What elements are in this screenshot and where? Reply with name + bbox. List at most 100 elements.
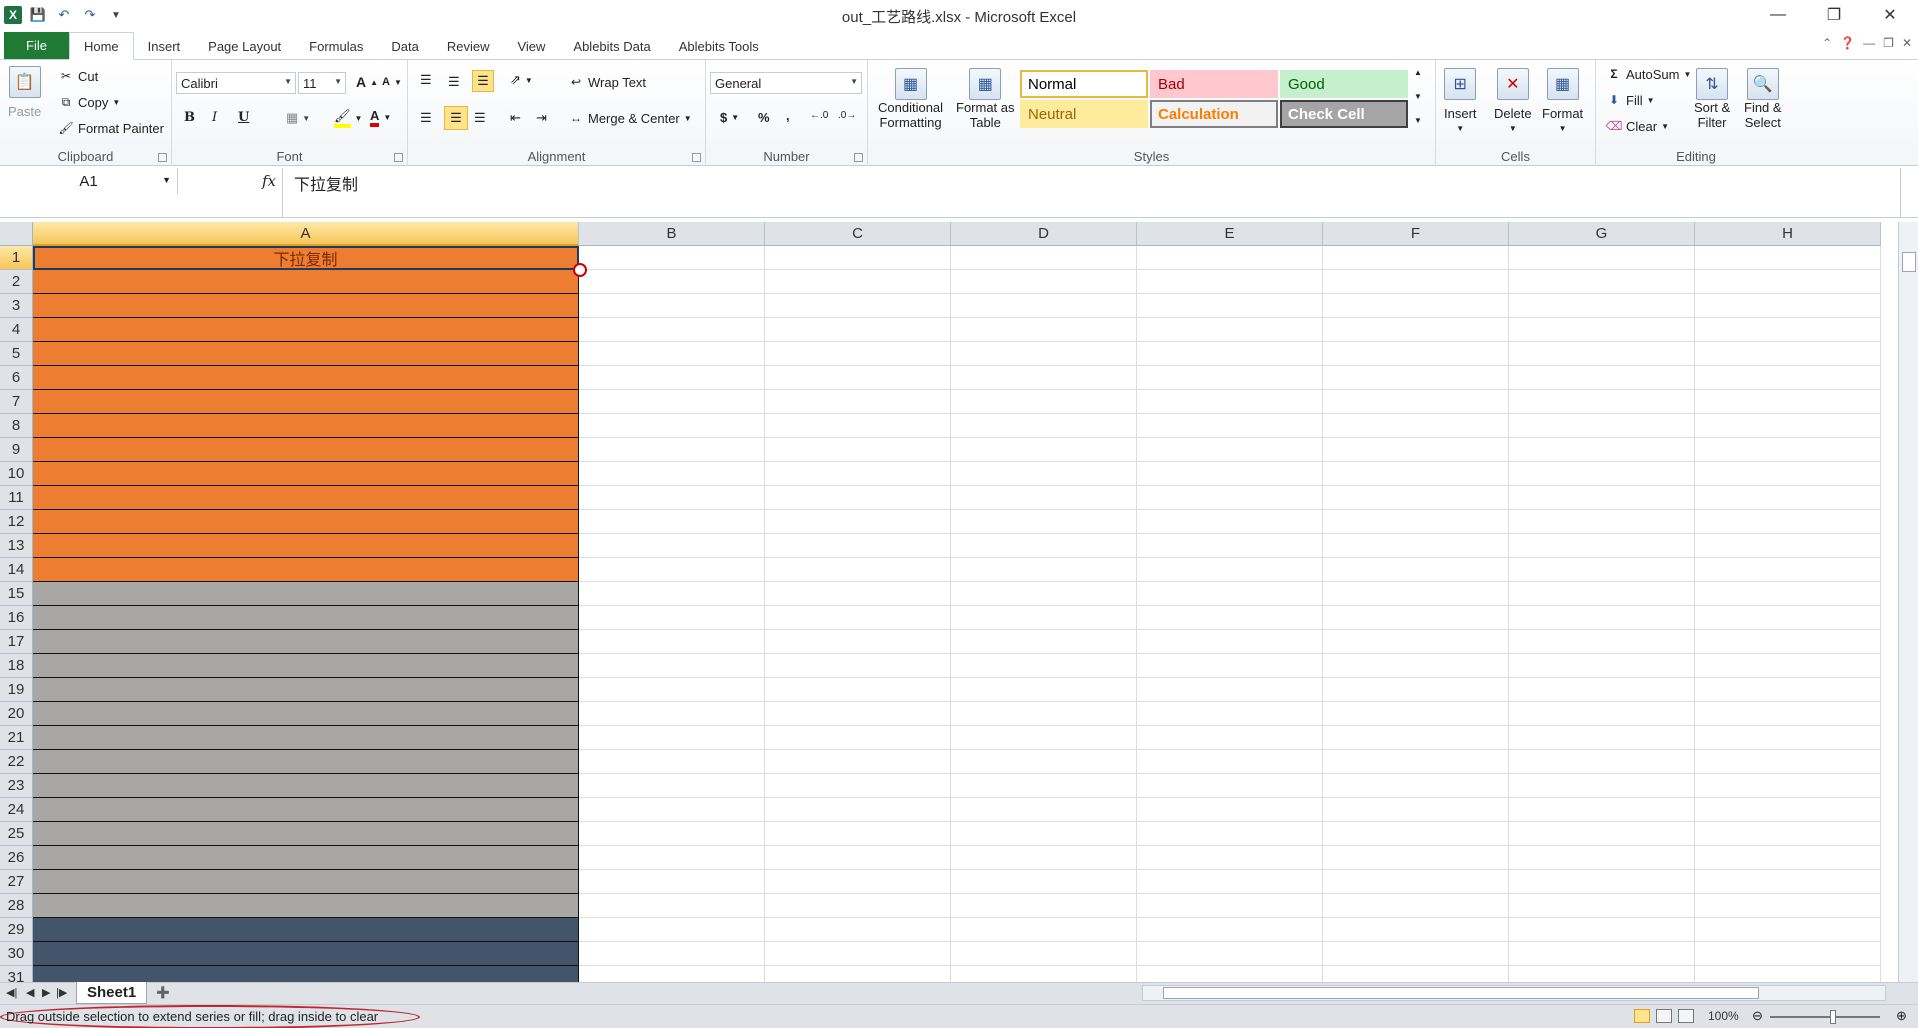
cell-h23[interactable] xyxy=(1695,774,1881,798)
cell-h25[interactable] xyxy=(1695,822,1881,846)
cell-d16[interactable] xyxy=(951,606,1137,630)
row-header-22[interactable]: 22 xyxy=(0,750,33,774)
autosum-button[interactable]: Σ AutoSum ▼ xyxy=(1606,66,1691,82)
cell-c6[interactable] xyxy=(765,366,951,390)
format-as-table-button[interactable]: ▦ Format as Table xyxy=(956,68,1015,130)
cell-e6[interactable] xyxy=(1137,366,1323,390)
cell-g27[interactable] xyxy=(1509,870,1695,894)
align-top-icon[interactable]: ☰ xyxy=(420,72,432,88)
column-header-e[interactable]: E xyxy=(1137,222,1323,246)
decrease-indent-icon[interactable]: ⇤ xyxy=(510,110,521,126)
cell-h22[interactable] xyxy=(1695,750,1881,774)
cell-c27[interactable] xyxy=(765,870,951,894)
clipboard-launcher-icon[interactable] xyxy=(158,153,167,162)
workbook-restore-icon[interactable]: ❐ xyxy=(1883,36,1894,50)
cell-f26[interactable] xyxy=(1323,846,1509,870)
cell-a13[interactable] xyxy=(33,534,579,558)
delete-cells-button[interactable]: ✕ Delete ▼ xyxy=(1494,68,1532,136)
cell-f3[interactable] xyxy=(1323,294,1509,318)
row-header-23[interactable]: 23 xyxy=(0,774,33,798)
cell-g21[interactable] xyxy=(1509,726,1695,750)
cell-d4[interactable] xyxy=(951,318,1137,342)
cell-e23[interactable] xyxy=(1137,774,1323,798)
cell-b7[interactable] xyxy=(579,390,765,414)
cell-g14[interactable] xyxy=(1509,558,1695,582)
cell-f12[interactable] xyxy=(1323,510,1509,534)
number-format-combo[interactable]: General ▼ xyxy=(710,72,862,94)
cell-h28[interactable] xyxy=(1695,894,1881,918)
zoom-slider-knob[interactable] xyxy=(1830,1010,1836,1024)
cell-b8[interactable] xyxy=(579,414,765,438)
cell-d11[interactable] xyxy=(951,486,1137,510)
vertical-scrollbar[interactable] xyxy=(1898,222,1918,982)
row-header-17[interactable]: 17 xyxy=(0,630,33,654)
tab-page-layout[interactable]: Page Layout xyxy=(194,33,295,59)
cell-c1[interactable] xyxy=(765,246,951,270)
align-right-icon[interactable]: ☰ xyxy=(474,110,486,126)
wrap-text-button[interactable]: ↩ Wrap Text xyxy=(568,74,646,90)
insert-function-button[interactable]: fx xyxy=(180,168,282,194)
cell-c29[interactable] xyxy=(765,918,951,942)
fill-button[interactable]: ⬇ Fill ▼ xyxy=(1606,92,1655,108)
cell-c18[interactable] xyxy=(765,654,951,678)
cell-f28[interactable] xyxy=(1323,894,1509,918)
cell-h18[interactable] xyxy=(1695,654,1881,678)
zoom-in-icon[interactable]: ⊕ xyxy=(1896,1008,1907,1024)
cell-c31[interactable] xyxy=(765,966,951,982)
find-select-button[interactable]: 🔍 Find & Select xyxy=(1744,68,1782,130)
cell-h7[interactable] xyxy=(1695,390,1881,414)
next-sheet-icon[interactable]: ▶ xyxy=(42,986,50,999)
cell-f8[interactable] xyxy=(1323,414,1509,438)
cell-f2[interactable] xyxy=(1323,270,1509,294)
cell-f20[interactable] xyxy=(1323,702,1509,726)
cell-h31[interactable] xyxy=(1695,966,1881,982)
cell-d13[interactable] xyxy=(951,534,1137,558)
row-header-24[interactable]: 24 xyxy=(0,798,33,822)
workbook-minimize-icon[interactable]: — xyxy=(1863,36,1875,50)
cell-d17[interactable] xyxy=(951,630,1137,654)
cell-d29[interactable] xyxy=(951,918,1137,942)
cell-e3[interactable] xyxy=(1137,294,1323,318)
cell-f13[interactable] xyxy=(1323,534,1509,558)
cell-f7[interactable] xyxy=(1323,390,1509,414)
cell-h1[interactable] xyxy=(1695,246,1881,270)
cell-d8[interactable] xyxy=(951,414,1137,438)
cell-e13[interactable] xyxy=(1137,534,1323,558)
cell-d3[interactable] xyxy=(951,294,1137,318)
cell-a17[interactable] xyxy=(33,630,579,654)
cell-e12[interactable] xyxy=(1137,510,1323,534)
format-painter-button[interactable]: 🖌 Format Painter xyxy=(58,120,164,136)
cell-b5[interactable] xyxy=(579,342,765,366)
row-header-9[interactable]: 9 xyxy=(0,438,33,462)
cell-d10[interactable] xyxy=(951,462,1137,486)
row-header-16[interactable]: 16 xyxy=(0,606,33,630)
cell-a18[interactable] xyxy=(33,654,579,678)
cell-e15[interactable] xyxy=(1137,582,1323,606)
borders-icon[interactable]: ▦ ▼ xyxy=(286,110,310,126)
merge-center-button[interactable]: ↔ Merge & Center ▼ xyxy=(568,110,692,126)
cell-a27[interactable] xyxy=(33,870,579,894)
cell-c5[interactable] xyxy=(765,342,951,366)
cell-f15[interactable] xyxy=(1323,582,1509,606)
cell-e7[interactable] xyxy=(1137,390,1323,414)
cell-g20[interactable] xyxy=(1509,702,1695,726)
cell-h13[interactable] xyxy=(1695,534,1881,558)
cell-a15[interactable] xyxy=(33,582,579,606)
row-header-31[interactable]: 31 xyxy=(0,966,33,982)
cell-c20[interactable] xyxy=(765,702,951,726)
cell-b13[interactable] xyxy=(579,534,765,558)
cell-a5[interactable] xyxy=(33,342,579,366)
cell-h2[interactable] xyxy=(1695,270,1881,294)
sheet-tab-sheet1[interactable]: Sheet1 xyxy=(76,982,148,1004)
cell-d23[interactable] xyxy=(951,774,1137,798)
cell-h26[interactable] xyxy=(1695,846,1881,870)
cell-b25[interactable] xyxy=(579,822,765,846)
cell-h21[interactable] xyxy=(1695,726,1881,750)
copy-button[interactable]: ⧉ Copy ▼ xyxy=(58,94,121,110)
cell-f14[interactable] xyxy=(1323,558,1509,582)
formula-input[interactable]: 下拉复制 xyxy=(294,171,358,195)
font-size-combo[interactable]: 11 ▼ xyxy=(298,72,346,94)
cell-g15[interactable] xyxy=(1509,582,1695,606)
cut-button[interactable]: ✂ Cut xyxy=(58,68,98,84)
cell-d28[interactable] xyxy=(951,894,1137,918)
